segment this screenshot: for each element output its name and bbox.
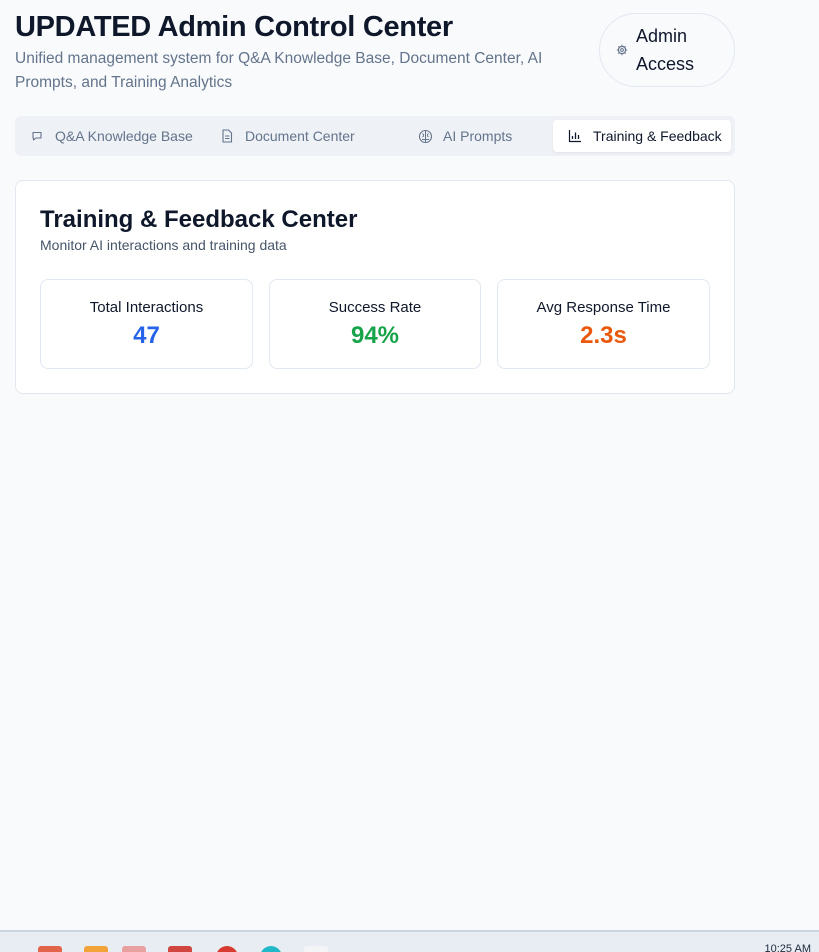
brain-icon [417,128,433,144]
stat-label: Success Rate [328,299,422,316]
stat-success-rate: Success Rate 94% [269,279,481,369]
taskbar-app-icon[interactable] [260,946,282,952]
admin-access-label: Admin Access [636,26,695,74]
taskbar-clock: 10:25 AM [764,943,811,952]
taskbar-app-icon[interactable] [122,946,146,952]
taskbar-app-icon[interactable] [216,946,238,952]
stat-value: 2.3s [580,322,627,349]
tab-label: Document Center [245,128,355,144]
tab-bar: Q&A Knowledge Base Document Center AI Pr… [15,116,735,156]
settings-icon [616,44,628,56]
stat-value: 47 [133,322,160,349]
card-title: Training & Feedback Center [40,206,358,233]
taskbar-app-icon[interactable] [304,946,328,952]
tab-label: AI Prompts [443,128,513,144]
stat-avg-response-time: Avg Response Time 2.3s [497,279,710,369]
taskbar-app-icon[interactable] [84,946,108,952]
taskbar-app-icon[interactable] [168,946,192,952]
tab-ai-prompts[interactable]: AI Prompts [417,120,512,152]
message-square-icon [29,128,45,144]
tab-training-feedback[interactable]: Training & Feedback [553,120,731,152]
stat-total-interactions: Total Interactions 47 [40,279,253,369]
tab-qa-knowledge-base[interactable]: Q&A Knowledge Base [29,120,193,152]
stat-label: Avg Response Time [536,299,671,316]
taskbar-app-icon[interactable] [38,946,62,952]
stat-value: 94% [350,322,400,349]
tab-label: Q&A Knowledge Base [55,128,193,144]
stat-label: Total Interactions [89,299,204,316]
tab-label: Training & Feedback [593,128,722,144]
card-subtitle: Monitor AI interactions and training dat… [40,237,287,253]
os-taskbar: 10:25 AM [0,930,819,952]
tab-document-center[interactable]: Document Center [219,120,355,152]
page-subtitle: Unified management system for Q&A Knowle… [15,50,543,91]
bar-chart-icon [567,128,583,144]
admin-access-badge[interactable]: Admin Access [599,13,735,87]
file-text-icon [219,128,235,144]
admin-control-center-page: UPDATED Admin Control Center Unified man… [0,0,819,952]
training-feedback-card: Training & Feedback Center Monitor AI in… [15,180,735,394]
